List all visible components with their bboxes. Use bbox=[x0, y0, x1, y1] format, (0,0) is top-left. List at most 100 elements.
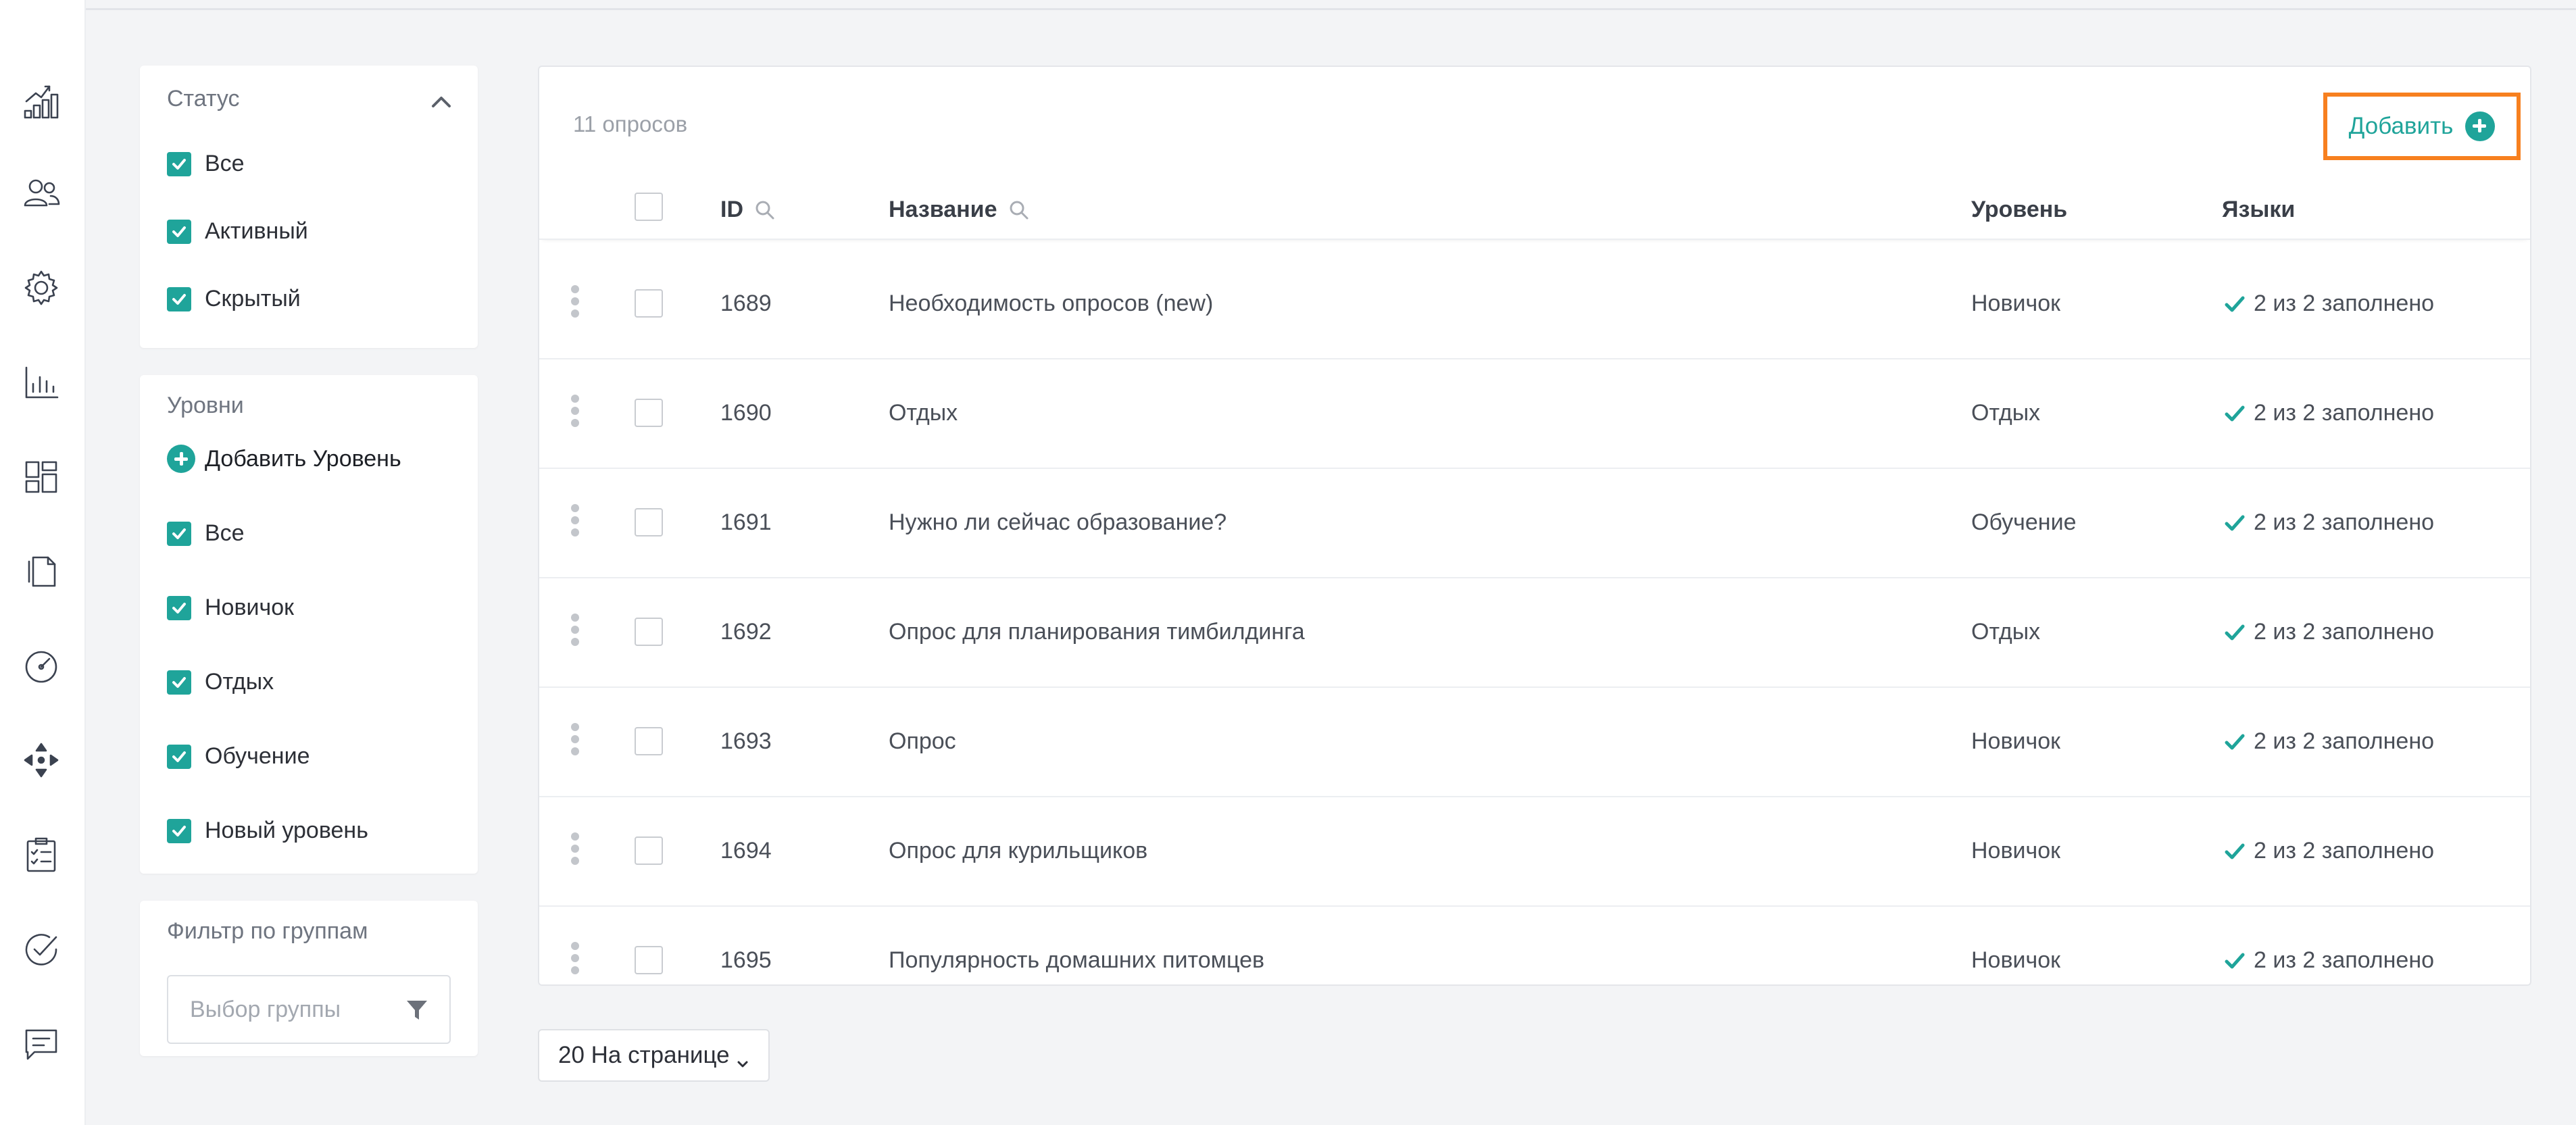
documents-icon[interactable] bbox=[19, 547, 64, 592]
row-name[interactable]: Нужно ли сейчас образование? bbox=[889, 509, 1227, 536]
check-circle-icon[interactable] bbox=[19, 927, 64, 972]
row-level: Новичок bbox=[1971, 291, 2061, 316]
checkbox-checked-icon[interactable] bbox=[167, 286, 191, 311]
table-row[interactable]: 1692 Опрос для планирования тимбилдинга … bbox=[539, 578, 2530, 688]
dashboard-icon[interactable] bbox=[19, 455, 64, 499]
drag-handle-icon[interactable] bbox=[571, 832, 580, 865]
column-header-id: ID bbox=[720, 197, 776, 223]
status-option-all[interactable]: Все bbox=[167, 151, 245, 177]
row-languages-label: 2 из 2 заполнено bbox=[2254, 619, 2435, 645]
level-option-rest[interactable]: Отдых bbox=[167, 669, 274, 695]
chevron-up-icon[interactable] bbox=[429, 90, 453, 114]
chat-icon[interactable] bbox=[19, 1022, 64, 1066]
levels-filter-panel: Уровни Добавить Уровень Все Новичок Отды… bbox=[140, 375, 478, 874]
checkbox-checked-icon[interactable] bbox=[167, 670, 191, 695]
row-name[interactable]: Популярность домашних питомцев bbox=[889, 947, 1264, 974]
row-checkbox[interactable] bbox=[635, 618, 663, 646]
level-option-label: Отдых bbox=[205, 669, 274, 695]
check-icon bbox=[2225, 953, 2245, 968]
row-languages-label: 2 из 2 заполнено bbox=[2254, 947, 2435, 973]
row-name[interactable]: Опрос bbox=[889, 728, 956, 755]
row-name[interactable]: Отдых bbox=[889, 400, 958, 426]
row-level: Новичок bbox=[1971, 947, 2061, 973]
add-level-label: Добавить Уровень bbox=[205, 445, 401, 472]
row-languages: 2 из 2 заполнено bbox=[2224, 838, 2434, 864]
row-level: Отдых bbox=[1971, 400, 2041, 426]
row-id: 1690 bbox=[720, 400, 772, 426]
check-icon bbox=[2225, 624, 2245, 640]
row-checkbox[interactable] bbox=[635, 399, 663, 427]
users-icon[interactable] bbox=[19, 171, 64, 216]
table-row[interactable]: 1693 Опрос Новичок 2 из 2 заполнено bbox=[539, 688, 2530, 797]
status-option-active[interactable]: Активный bbox=[167, 218, 308, 245]
column-header-languages: Языки bbox=[2222, 197, 2295, 223]
level-option-novice[interactable]: Новичок bbox=[167, 595, 294, 621]
checkbox-checked-icon[interactable] bbox=[167, 818, 191, 843]
group-filter-title: Фильтр по группам bbox=[167, 918, 368, 944]
top-bar bbox=[86, 0, 2576, 10]
row-name[interactable]: Опрос для планирования тимбилдинга bbox=[889, 619, 1305, 645]
row-name[interactable]: Опрос для курильщиков bbox=[889, 838, 1147, 864]
add-survey-button[interactable]: Добавить bbox=[2323, 93, 2521, 160]
row-checkbox[interactable] bbox=[635, 836, 663, 865]
level-option-all[interactable]: Все bbox=[167, 520, 245, 547]
row-languages: 2 из 2 заполнено bbox=[2224, 291, 2434, 317]
per-page-select[interactable]: 20 На странице bbox=[538, 1029, 770, 1082]
drag-handle-icon[interactable] bbox=[571, 395, 580, 427]
status-option-hidden[interactable]: Скрытый bbox=[167, 286, 301, 312]
checkbox-checked-icon[interactable] bbox=[167, 151, 191, 176]
drag-handle-icon[interactable] bbox=[571, 504, 580, 536]
status-filter-panel: Статус Все Активный Скрытый bbox=[140, 66, 478, 348]
table-row[interactable]: 1689 Необходимость опросов (new) Новичок… bbox=[539, 250, 2530, 359]
row-id: 1691 bbox=[720, 509, 772, 535]
checkbox-checked-icon[interactable] bbox=[167, 595, 191, 620]
row-checkbox[interactable] bbox=[635, 508, 663, 536]
surveys-table-card: 11 опросов Добавить ID Название Уровень … bbox=[538, 66, 2531, 986]
row-id: 1695 bbox=[720, 947, 772, 973]
drag-handle-icon[interactable] bbox=[571, 942, 580, 974]
row-languages-label: 2 из 2 заполнено bbox=[2254, 291, 2435, 316]
select-all-checkbox[interactable] bbox=[635, 193, 663, 221]
search-icon[interactable] bbox=[1008, 199, 1030, 221]
checkbox-checked-icon[interactable] bbox=[167, 744, 191, 769]
add-level-button[interactable]: Добавить Уровень bbox=[167, 445, 401, 473]
sidebar-nav bbox=[0, 0, 86, 1125]
move-icon[interactable] bbox=[19, 738, 64, 782]
row-id: 1692 bbox=[720, 619, 772, 645]
drag-handle-icon[interactable] bbox=[571, 723, 580, 755]
chevron-down-icon bbox=[737, 1049, 749, 1068]
row-name[interactable]: Необходимость опросов (new) bbox=[889, 291, 1213, 317]
row-id: 1693 bbox=[720, 728, 772, 754]
table-row[interactable]: 1694 Опрос для курильщиков Новичок 2 из … bbox=[539, 797, 2530, 907]
row-checkbox[interactable] bbox=[635, 946, 663, 974]
drag-handle-icon[interactable] bbox=[571, 614, 580, 646]
level-option-new-level[interactable]: Новый уровень bbox=[167, 818, 368, 844]
status-option-label: Активный bbox=[205, 218, 308, 244]
group-select-placeholder: Выбор группы bbox=[190, 996, 341, 1022]
row-languages: 2 из 2 заполнено bbox=[2224, 947, 2434, 974]
level-option-training[interactable]: Обучение bbox=[167, 743, 309, 770]
row-languages: 2 из 2 заполнено bbox=[2224, 619, 2434, 645]
filter-icon[interactable] bbox=[405, 998, 429, 1022]
bar-chart-icon[interactable] bbox=[19, 360, 64, 405]
analytics-icon[interactable] bbox=[19, 79, 64, 124]
per-page-label: 20 На странице bbox=[558, 1042, 730, 1068]
table-row[interactable]: 1695 Популярность домашних питомцев Нови… bbox=[539, 907, 2530, 984]
level-option-label: Все bbox=[205, 520, 245, 546]
status-option-label: Все bbox=[205, 151, 245, 176]
table-row[interactable]: 1691 Нужно ли сейчас образование? Обучен… bbox=[539, 469, 2530, 578]
search-icon[interactable] bbox=[754, 199, 776, 221]
table-row[interactable]: 1690 Отдых Отдых 2 из 2 заполнено bbox=[539, 359, 2530, 469]
checkbox-checked-icon[interactable] bbox=[167, 521, 191, 546]
row-checkbox[interactable] bbox=[635, 289, 663, 318]
status-option-label: Скрытый bbox=[205, 286, 301, 311]
group-select[interactable]: Выбор группы bbox=[167, 975, 451, 1044]
clipboard-checklist-icon[interactable] bbox=[19, 832, 64, 877]
column-header-label: Языки bbox=[2222, 197, 2296, 222]
drag-handle-icon[interactable] bbox=[571, 285, 580, 318]
row-checkbox[interactable] bbox=[635, 727, 663, 755]
speedometer-icon[interactable] bbox=[19, 643, 64, 688]
settings-icon[interactable] bbox=[19, 266, 64, 310]
checkbox-checked-icon[interactable] bbox=[167, 219, 191, 244]
add-survey-label: Добавить bbox=[2348, 113, 2454, 139]
